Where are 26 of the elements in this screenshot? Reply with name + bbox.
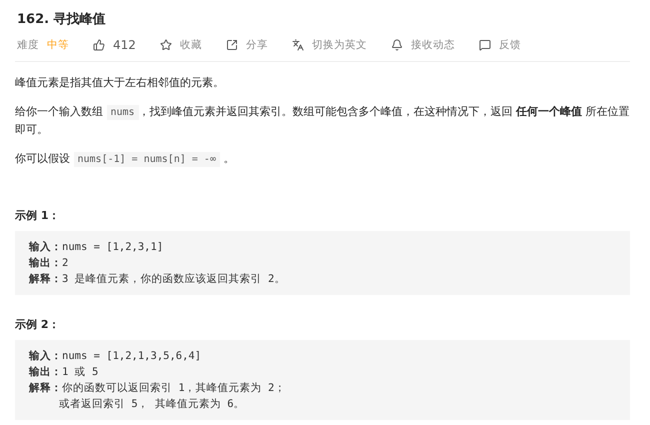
action-link[interactable]: 分享 — [246, 38, 268, 52]
action-link[interactable]: 切换为英文 — [312, 38, 367, 52]
example-heading: 示例 1： — [15, 208, 60, 223]
example-line: 解释：3 是峰值元素，你的函数应该返回其索引 2。 — [29, 272, 286, 287]
example-heading: 示例 2： — [15, 317, 60, 332]
example-line: 输入：nums = [1,2,3,1] — [29, 240, 164, 255]
difficulty-label: 难度 — [17, 38, 39, 52]
description-paragraph: 给你一个输入数组 nums ，找到峰值元素并返回其索引。数组可能包含多个峰值，在这种情况下，返回 任何一个峰值 所在位置即可。 — [15, 104, 630, 138]
thumbs-up-icon[interactable] — [93, 39, 105, 51]
action-link[interactable]: 收藏 — [180, 38, 202, 52]
bell-icon[interactable] — [390, 39, 403, 51]
message-icon[interactable] — [478, 39, 491, 51]
problem-title: 162. 寻找峰值 — [17, 11, 107, 28]
action-link[interactable]: 反馈 — [498, 38, 521, 52]
example-line: 解释：你的函数可以返回索引 1，其峰值元素为 2； — [29, 381, 286, 396]
action-link[interactable]: 接收动态 — [410, 38, 455, 52]
example-line: 输入：nums = [1,2,1,3,5,6,4] — [29, 349, 202, 364]
star-icon[interactable] — [160, 39, 172, 51]
example-line: 或者返回索引 5， 其峰值元素为 6。 — [58, 397, 246, 412]
difficulty-value: 中等 — [47, 38, 69, 52]
share-icon[interactable] — [226, 39, 238, 51]
example-line: 输出：1 或 5 — [29, 365, 100, 380]
description-paragraph: 峰值元素是指其值大于左右相邻值的元素。 — [15, 75, 225, 91]
example-line: 输出：2 — [29, 256, 70, 271]
translate-icon[interactable] — [292, 39, 304, 51]
like-count[interactable]: 412 — [113, 38, 136, 52]
